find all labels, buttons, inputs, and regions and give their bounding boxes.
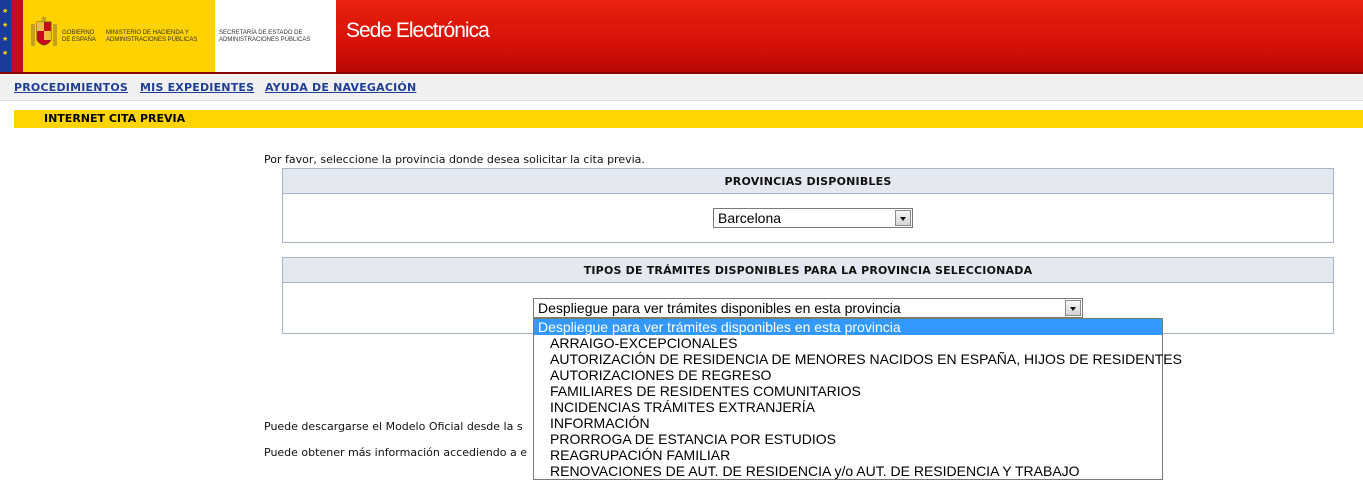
dropdown-option[interactable]: AUTORIZACIONES DE REGRESO	[534, 367, 1162, 383]
chevron-down-icon[interactable]	[1065, 300, 1081, 316]
coat-of-arms-icon	[31, 16, 57, 46]
dropdown-option[interactable]: Despliegue para ver trámites disponibles…	[534, 319, 1162, 335]
chevron-down-icon[interactable]	[895, 210, 911, 226]
dropdown-option[interactable]: ARRAIGO-EXCEPCIONALES	[534, 335, 1162, 351]
province-select-value: Barcelona	[718, 210, 782, 226]
dropdown-option[interactable]: INFORMACIÓN	[534, 415, 1162, 431]
section-title: INTERNET CITA PREVIA	[44, 112, 186, 125]
ministerio-label: MINISTERIO DE HACIENDA Y ADMINISTRACIONE…	[106, 30, 198, 43]
nav-ayuda-navegacion[interactable]: AYUDA DE NAVEGACIÓN	[265, 81, 416, 94]
tramites-panel-header: TIPOS DE TRÁMITES DISPONIBLES PARA LA PR…	[283, 258, 1333, 283]
site-title: Sede Electrónica	[346, 19, 490, 42]
secretaria-label: SECRETARÍA DE ESTADO DE ADMINISTRACIONES…	[219, 30, 311, 43]
dropdown-option[interactable]: AUTORIZACIÓN DE RESIDENCIA DE MENORES NA…	[534, 351, 1182, 367]
more-info-text: Puede obtener más información accediendo…	[264, 446, 527, 459]
tramite-select[interactable]: Despliegue para ver trámites disponibles…	[533, 298, 1083, 318]
spain-flag-stripe	[11, 0, 23, 74]
top-nav: PROCEDIMIENTOS MIS EXPEDIENTES AYUDA DE …	[0, 74, 1363, 101]
tramite-dropdown-list[interactable]: Despliegue para ver trámites disponibles…	[533, 318, 1182, 480]
eu-flag-strip: ★ ★ ★ ★	[0, 0, 11, 74]
site-header: ★ ★ ★ ★ GOBIERNO DE ESPAÑA MINISTERIO DE…	[0, 0, 1363, 74]
dropdown-option[interactable]: PRORROGA DE ESTANCIA POR ESTUDIOS	[534, 431, 1162, 447]
instruction-text: Por favor, seleccione la provincia donde…	[264, 153, 645, 166]
dropdown-option[interactable]: REAGRUPACIÓN FAMILIAR	[534, 447, 1162, 463]
nav-mis-expedientes[interactable]: MIS EXPEDIENTES	[140, 81, 254, 94]
nav-procedimientos[interactable]: PROCEDIMIENTOS	[14, 81, 128, 94]
dropdown-option[interactable]: INCIDENCIAS TRÁMITES EXTRANJERÍA	[534, 399, 1162, 415]
provinces-panel-header: PROVINCIAS DISPONIBLES	[283, 169, 1333, 194]
section-title-bar: INTERNET CITA PREVIA	[14, 110, 1363, 128]
provinces-panel: PROVINCIAS DISPONIBLES	[282, 168, 1334, 243]
gobierno-label: GOBIERNO DE ESPAÑA	[62, 30, 96, 43]
download-model-text: Puede descargarse el Modelo Oficial desd…	[264, 420, 523, 433]
province-select[interactable]: Barcelona	[713, 208, 913, 228]
tramite-select-value: Despliegue para ver trámites disponibles…	[538, 300, 901, 316]
dropdown-option[interactable]: FAMILIARES DE RESIDENTES COMUNITARIOS	[534, 383, 1162, 399]
dropdown-option[interactable]: RENOVACIONES DE AUT. DE RESIDENCIA y/o A…	[534, 463, 1162, 479]
